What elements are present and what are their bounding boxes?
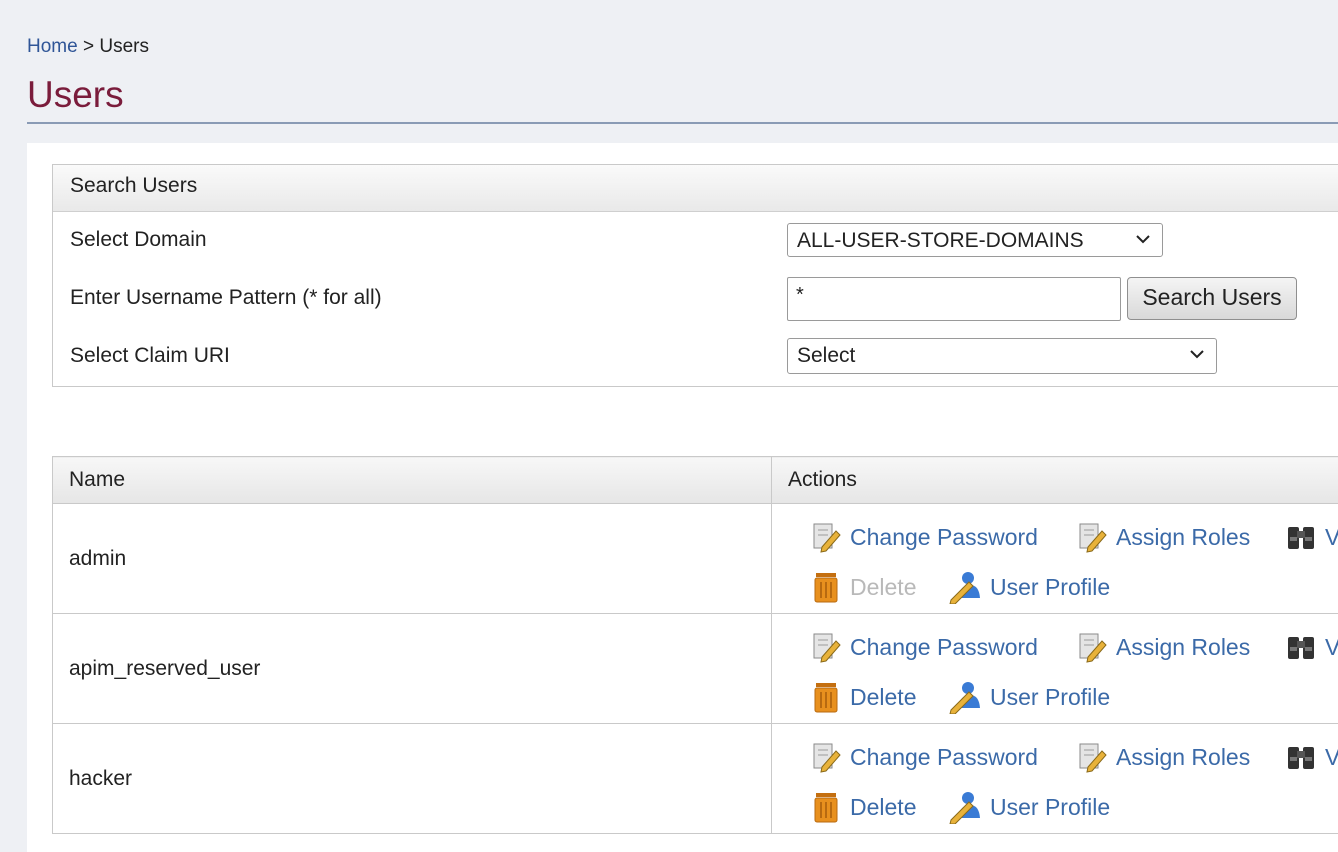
trash-icon (814, 793, 838, 823)
delete-link[interactable]: Delete (810, 680, 916, 714)
user-edit-icon (949, 572, 980, 604)
main-content: Search Users Select Domain ALL-USER-STOR… (27, 143, 1338, 852)
domain-select[interactable]: ALL-USER-STORE-DOMAINS (787, 223, 1163, 257)
search-panel-header: Search Users (53, 165, 1338, 212)
user-profile-link[interactable]: User Profile (948, 680, 1110, 714)
search-users-button[interactable]: Search Users (1127, 277, 1297, 320)
binoculars-icon (1288, 747, 1314, 769)
table-header-row: Name Actions (52, 456, 1338, 504)
column-header-name: Name (52, 456, 772, 504)
binoculars-icon (1288, 637, 1314, 659)
breadcrumb-separator: > (82, 36, 95, 57)
change-password-link[interactable]: Change Password (810, 521, 1038, 553)
breadcrumb-home-link[interactable]: Home (27, 36, 78, 57)
user-edit-icon (949, 682, 980, 714)
delete-label: Delete (850, 573, 917, 600)
change-password-link[interactable]: Change Password (810, 741, 1038, 773)
title-divider (27, 122, 1338, 124)
edit-document-icon (813, 633, 841, 663)
username-pattern-input[interactable]: * (787, 277, 1121, 321)
domain-label: Select Domain (70, 228, 207, 251)
trash-icon (814, 683, 838, 713)
edit-document-icon (1079, 743, 1107, 773)
view-roles-label: V (1325, 633, 1338, 660)
binoculars-icon (1288, 527, 1314, 549)
change-password-link[interactable]: Change Password (810, 631, 1038, 663)
view-roles-link[interactable]: V (1285, 521, 1338, 553)
user-name-cell: admin (52, 503, 772, 614)
assign-roles-label: Assign Roles (1116, 743, 1251, 770)
breadcrumb: Home > Users (27, 36, 149, 58)
view-roles-link[interactable]: V (1285, 631, 1338, 663)
delete-label: Delete (850, 683, 917, 710)
claim-uri-select[interactable]: Select (787, 338, 1217, 374)
assign-roles-link[interactable]: Assign Roles (1076, 521, 1250, 553)
domain-select-value: ALL-USER-STORE-DOMAINS (797, 229, 1084, 252)
table-row: apim_reserved_user Change Password Assig… (52, 613, 1338, 724)
edit-document-icon (813, 743, 841, 773)
view-roles-link[interactable]: V (1285, 741, 1338, 773)
edit-document-icon (813, 523, 841, 553)
view-roles-label: V (1325, 743, 1338, 770)
breadcrumb-current: Users (99, 36, 149, 57)
user-profile-label: User Profile (990, 573, 1111, 600)
chevron-down-icon (1190, 350, 1204, 359)
delete-link: Delete (810, 570, 916, 604)
column-header-actions: Actions (771, 456, 1338, 504)
user-profile-link[interactable]: User Profile (948, 570, 1110, 604)
edit-document-icon (1079, 523, 1107, 553)
trash-icon (814, 573, 838, 603)
user-profile-link[interactable]: User Profile (948, 790, 1110, 824)
username-pattern-label: Enter Username Pattern (* for all) (70, 286, 382, 309)
edit-document-icon (1079, 633, 1107, 663)
user-profile-label: User Profile (990, 793, 1111, 820)
view-roles-label: V (1325, 523, 1338, 550)
assign-roles-link[interactable]: Assign Roles (1076, 631, 1250, 663)
table-row: hacker Change Password Assign Roles V De… (52, 723, 1338, 834)
user-actions-cell: Change Password Assign Roles V Delete Us… (771, 613, 1338, 724)
user-edit-icon (949, 792, 980, 824)
search-users-panel: Search Users Select Domain ALL-USER-STOR… (52, 164, 1338, 387)
page-title: Users (27, 74, 124, 115)
assign-roles-label: Assign Roles (1116, 523, 1251, 550)
delete-link[interactable]: Delete (810, 790, 916, 824)
change-password-label: Change Password (850, 633, 1038, 660)
chevron-down-icon (1136, 235, 1150, 244)
assign-roles-link[interactable]: Assign Roles (1076, 741, 1250, 773)
user-profile-label: User Profile (990, 683, 1111, 710)
user-actions-cell: Change Password Assign Roles V Delete Us… (771, 503, 1338, 614)
claim-uri-label: Select Claim URI (70, 344, 230, 367)
user-name-cell: hacker (52, 723, 772, 834)
users-table: Name Actions admin Change Password Assig… (52, 456, 1338, 834)
user-actions-cell: Change Password Assign Roles V Delete Us… (771, 723, 1338, 834)
change-password-label: Change Password (850, 523, 1038, 550)
user-name-cell: apim_reserved_user (52, 613, 772, 724)
assign-roles-label: Assign Roles (1116, 633, 1251, 660)
delete-label: Delete (850, 793, 917, 820)
claim-uri-select-value: Select (797, 344, 856, 367)
change-password-label: Change Password (850, 743, 1038, 770)
table-row: admin Change Password Assign Roles V Del… (52, 503, 1338, 614)
